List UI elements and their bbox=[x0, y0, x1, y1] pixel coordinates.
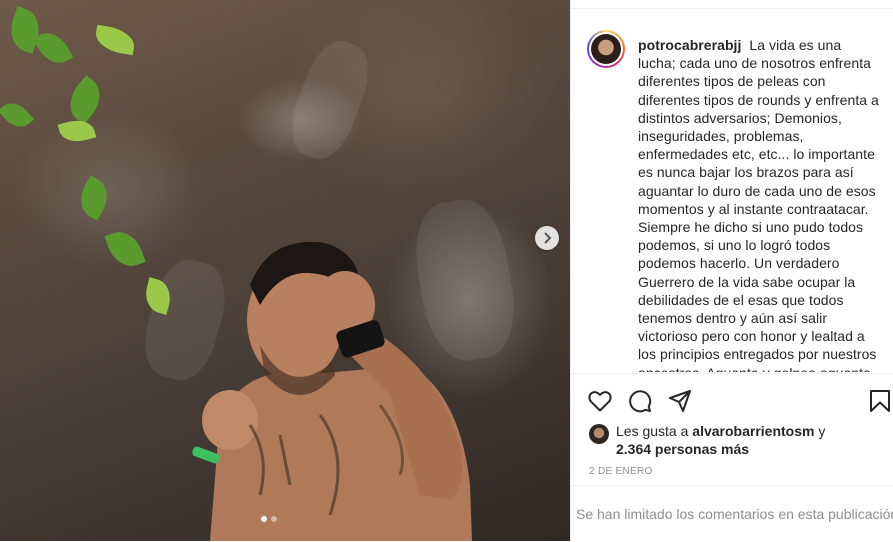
post-photo[interactable] bbox=[0, 0, 570, 541]
waterfall-streak bbox=[281, 33, 379, 167]
post-date[interactable]: 2 DE ENERO bbox=[589, 466, 653, 477]
avatar-ring-inner bbox=[589, 32, 623, 66]
likes-line: Les gusta a alvarobarrientosm y bbox=[616, 422, 825, 441]
likes-user-link[interactable]: alvarobarrientosm bbox=[692, 423, 814, 439]
carousel-dot bbox=[271, 516, 277, 522]
save-button[interactable] bbox=[867, 388, 893, 414]
action-bar bbox=[571, 373, 893, 416]
carousel-next-button[interactable] bbox=[535, 226, 559, 250]
post-side-panel: potrocabrerabjj La vida es una lucha; ca… bbox=[570, 0, 893, 541]
bookmark-icon bbox=[870, 390, 890, 412]
comment-bar: Se han limitado los comentarios en esta … bbox=[571, 485, 893, 542]
caption-scroll-area[interactable]: potrocabrerabjj La vida es una lucha; ca… bbox=[571, 20, 893, 372]
panel-header-divider bbox=[571, 0, 893, 9]
chevron-right-icon bbox=[544, 232, 552, 244]
carousel-dot-active bbox=[261, 516, 267, 522]
post-caption: potrocabrerabjj La vida es una lucha; ca… bbox=[638, 36, 882, 372]
comment-icon bbox=[629, 390, 652, 413]
caption-username[interactable]: potrocabrerabjj bbox=[638, 37, 741, 53]
comment-button[interactable] bbox=[627, 388, 653, 414]
carousel-indicators bbox=[261, 516, 277, 522]
share-icon bbox=[669, 390, 691, 412]
likes-prefix: Les gusta a bbox=[616, 423, 689, 439]
likes-connector: y bbox=[818, 423, 826, 439]
share-button[interactable] bbox=[667, 388, 693, 414]
likes-others-link[interactable]: 2.364 personas más bbox=[616, 440, 749, 459]
avatar-image bbox=[591, 34, 621, 64]
avatar[interactable] bbox=[587, 30, 625, 68]
comments-limited-notice: Se han limitado los comentarios en esta … bbox=[576, 506, 893, 522]
caption-text: La vida es una lucha; cada uno de nosotr… bbox=[638, 37, 879, 372]
fighter-figure bbox=[192, 241, 472, 541]
liker-avatar[interactable] bbox=[589, 424, 609, 444]
heart-icon bbox=[588, 391, 612, 412]
like-button[interactable] bbox=[587, 388, 613, 414]
